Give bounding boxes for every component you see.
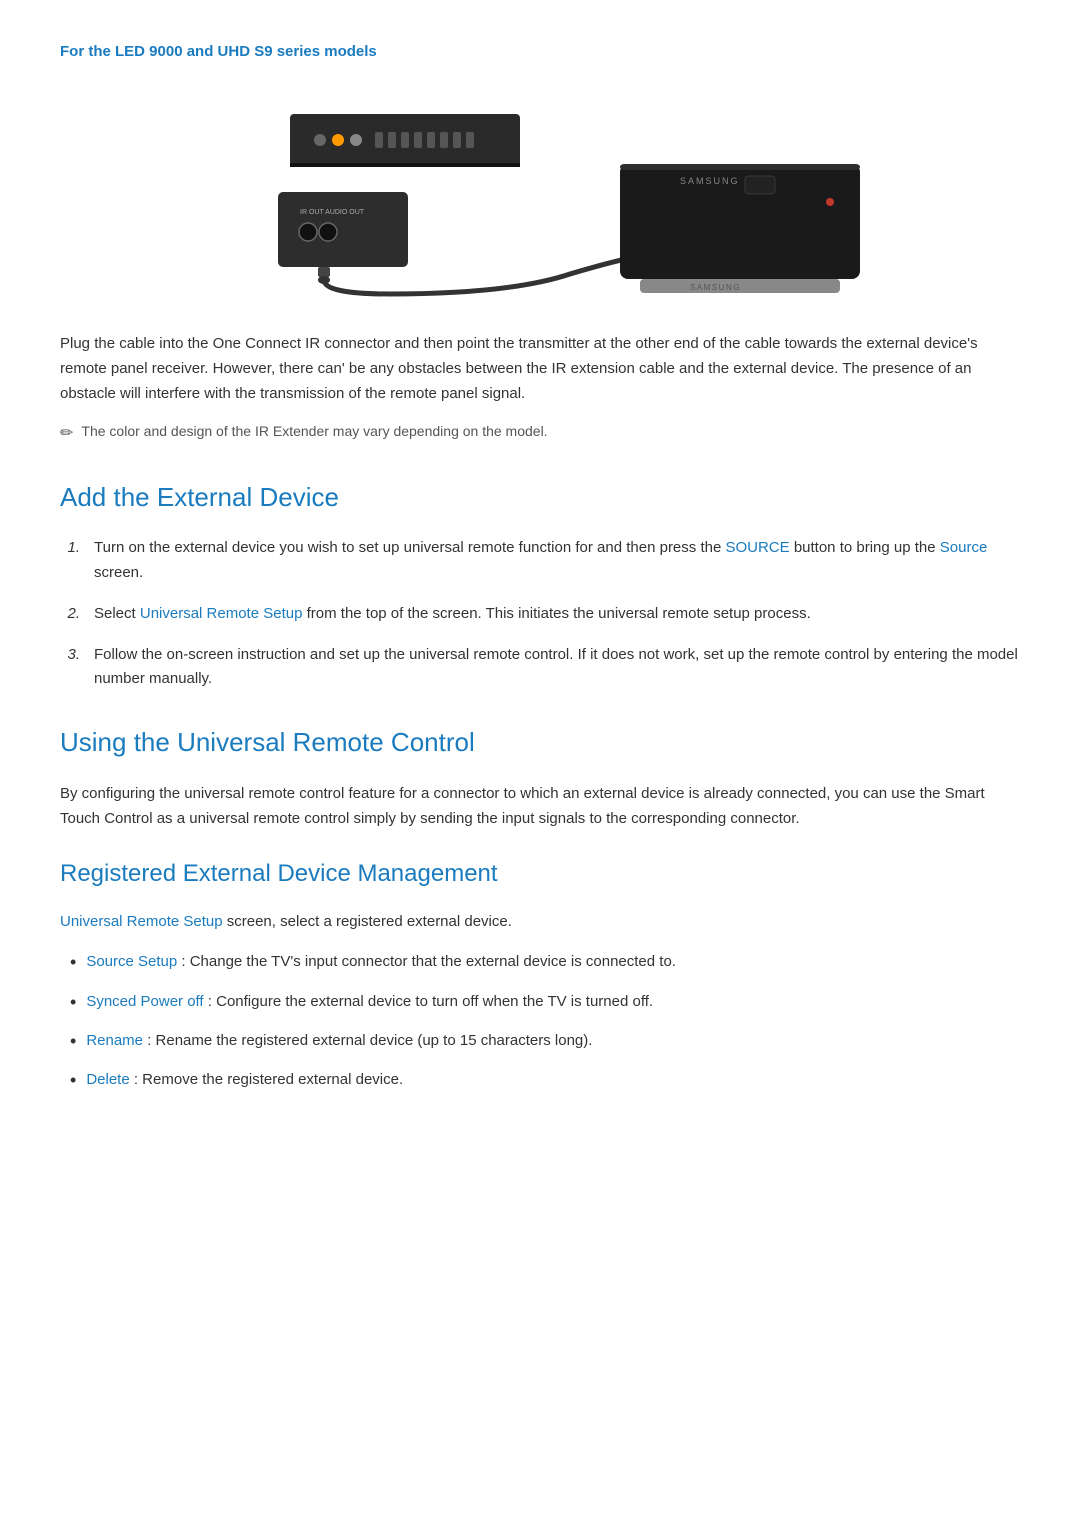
svg-text:SAMSUNG: SAMSUNG bbox=[690, 283, 741, 292]
series-label: For the LED 9000 and UHD S9 series model… bbox=[60, 40, 1020, 64]
registered-item-1-text: Source Setup : Change the TV's input con… bbox=[86, 950, 676, 975]
bullet-1: • bbox=[70, 950, 76, 975]
svg-text:IR OUT AUDIO OUT: IR OUT AUDIO OUT bbox=[300, 209, 365, 216]
universal-remote-setup-link: Universal Remote Setup bbox=[140, 605, 303, 622]
add-device-section: Add the External Device 1. Turn on the e… bbox=[60, 477, 1020, 692]
registered-intro-after: screen, select a registered external dev… bbox=[227, 913, 512, 930]
note-text: The color and design of the IR Extender … bbox=[81, 420, 547, 442]
registered-intro: Universal Remote Setup screen, select a … bbox=[60, 910, 1020, 935]
step-3-num: 3. bbox=[60, 643, 80, 693]
bullet-3: • bbox=[70, 1029, 76, 1054]
source-button-link: SOURCE bbox=[725, 539, 789, 556]
step-3-text: Follow the on-screen instruction and set… bbox=[94, 643, 1020, 693]
rename-desc: : Rename the registered external device … bbox=[147, 1032, 592, 1049]
device-illustration-area: IR OUT AUDIO OUT SAMSUNG bbox=[60, 84, 1020, 304]
bullet-4: • bbox=[70, 1068, 76, 1093]
add-device-steps: 1. Turn on the external device you wish … bbox=[60, 536, 1020, 692]
source-setup-desc: : Change the TV's input connector that t… bbox=[181, 953, 676, 970]
registered-item-3: • Rename : Rename the registered externa… bbox=[70, 1029, 1020, 1054]
registered-item-3-text: Rename : Rename the registered external … bbox=[86, 1029, 592, 1054]
synced-power-link: Synced Power off bbox=[86, 993, 203, 1010]
source-screen-link: Source bbox=[940, 539, 988, 556]
registered-section: Registered External Device Management Un… bbox=[60, 855, 1020, 1093]
registered-item-4-text: Delete : Remove the registered external … bbox=[86, 1068, 403, 1093]
step-2-num: 2. bbox=[60, 602, 80, 627]
step-1-num: 1. bbox=[60, 536, 80, 586]
step-1-text: Turn on the external device you wish to … bbox=[94, 536, 1020, 586]
step-3: 3. Follow the on-screen instruction and … bbox=[60, 643, 1020, 693]
source-setup-link: Source Setup bbox=[86, 953, 177, 970]
registered-item-2-text: Synced Power off : Configure the externa… bbox=[86, 990, 653, 1015]
bullet-2: • bbox=[70, 990, 76, 1015]
samsung-one-connect-main: SAMSUNG SAMSUNG bbox=[620, 164, 860, 293]
delete-desc: : Remove the registered external device. bbox=[134, 1071, 403, 1088]
note-row: ✏ The color and design of the IR Extende… bbox=[60, 420, 1020, 447]
registered-title: Registered External Device Management bbox=[60, 855, 1020, 893]
step-2: 2. Select Universal Remote Setup from th… bbox=[60, 602, 1020, 627]
add-device-title: Add the External Device bbox=[60, 477, 1020, 519]
step-2-text: Select Universal Remote Setup from the t… bbox=[94, 602, 811, 627]
registered-item-2: • Synced Power off : Configure the exter… bbox=[70, 990, 1020, 1015]
using-remote-title: Using the Universal Remote Control bbox=[60, 722, 1020, 764]
registered-item-1: • Source Setup : Change the TV's input c… bbox=[70, 950, 1020, 975]
using-remote-section: Using the Universal Remote Control By co… bbox=[60, 722, 1020, 831]
rename-link: Rename bbox=[86, 1032, 143, 1049]
ir-extender-box: IR OUT AUDIO OUT bbox=[278, 192, 408, 284]
delete-link: Delete bbox=[86, 1071, 129, 1088]
svg-text:SAMSUNG: SAMSUNG bbox=[680, 176, 740, 186]
step-1: 1. Turn on the external device you wish … bbox=[60, 536, 1020, 586]
one-connect-box bbox=[290, 114, 520, 167]
body-paragraph: Plug the cable into the One Connect IR c… bbox=[60, 332, 1020, 406]
universal-remote-setup-link-2: Universal Remote Setup bbox=[60, 913, 223, 930]
device-svg: IR OUT AUDIO OUT SAMSUNG bbox=[190, 84, 890, 304]
registered-items-list: • Source Setup : Change the TV's input c… bbox=[60, 950, 1020, 1093]
synced-power-desc: : Configure the external device to turn … bbox=[208, 993, 653, 1010]
note-icon: ✏ bbox=[60, 421, 73, 447]
using-remote-body: By configuring the universal remote cont… bbox=[60, 782, 1020, 832]
registered-item-4: • Delete : Remove the registered externa… bbox=[70, 1068, 1020, 1093]
